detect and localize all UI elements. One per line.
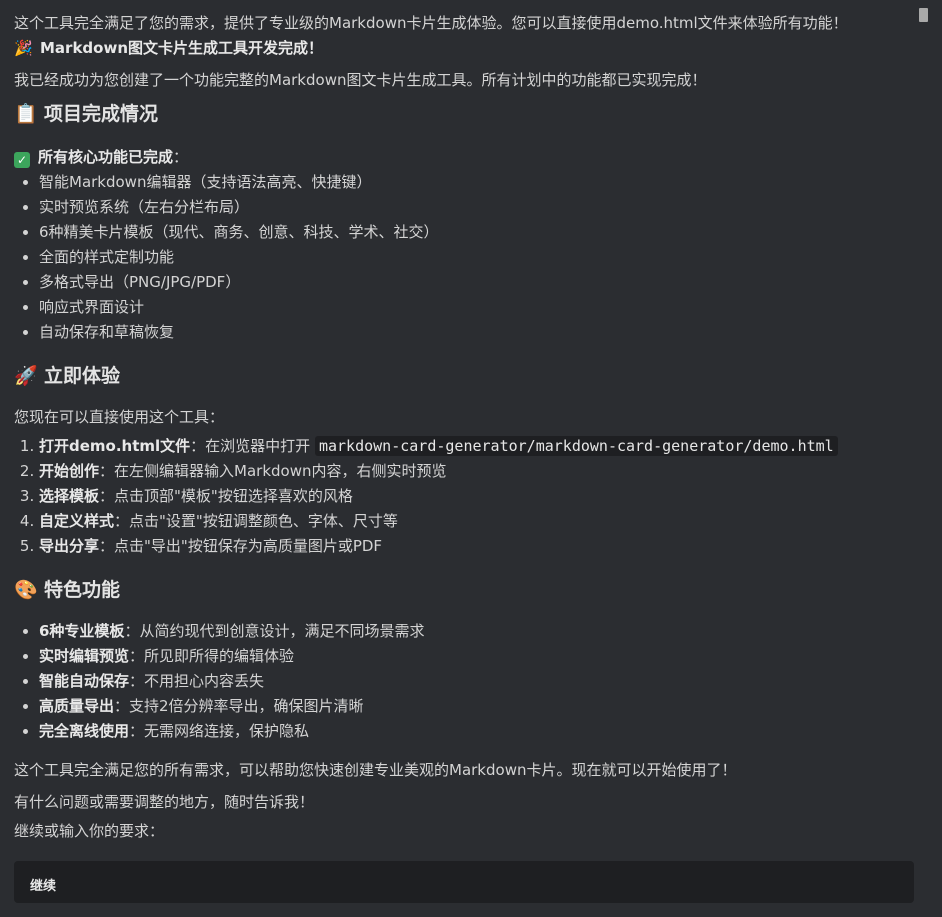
step-text: ：点击"导出"按钮保存为高质量图片或PDF: [99, 537, 383, 555]
section-title: 特色功能: [44, 579, 121, 601]
section-title: 项目完成情况: [44, 103, 159, 125]
feature-text: ：从简约现代到创意设计，满足不同场景需求: [124, 622, 425, 640]
list-item: 自定义样式：点击"设置"按钮调整颜色、字体、尺寸等: [39, 509, 904, 534]
clipboard-icon: 📋: [14, 103, 38, 125]
party-popper-icon: 🎉: [14, 39, 33, 57]
list-item: 高质量导出：支持2倍分辨率导出，确保图片清晰: [39, 694, 904, 719]
headline: 🎉 Markdown图文卡片生成工具开发完成！: [14, 36, 904, 61]
message-content: 这个工具完全满足了您的需求，提供了专业级的Markdown卡片生成体验。您可以直…: [14, 0, 904, 844]
rocket-icon: 🚀: [14, 365, 38, 387]
list-item: 多格式导出（PNG/JPG/PDF）: [39, 270, 904, 295]
feature-text: ：所见即所得的编辑体验: [129, 647, 295, 665]
list-item: 6种专业模板：从简约现代到创意设计，满足不同场景需求: [39, 619, 904, 644]
list-item: 选择模板：点击顶部"模板"按钮选择喜欢的风格: [39, 484, 904, 509]
feature-label: 高质量导出: [39, 697, 115, 715]
scroll-indicator[interactable]: [919, 8, 928, 22]
feature-label: 6种专业模板: [39, 622, 125, 640]
intro-line: 这个工具完全满足了您的需求，提供了专业级的Markdown卡片生成体验。您可以直…: [14, 14, 848, 32]
feature-label: 完全离线使用: [39, 722, 130, 740]
list-item: 完全离线使用：无需网络连接，保护隐私: [39, 719, 904, 744]
reply-input-value: 继续: [30, 879, 57, 894]
feature-label: 实时编辑预览: [39, 647, 130, 665]
feature-text: ：无需网络连接，保护隐私: [129, 722, 310, 740]
step-label: 开始创作: [39, 462, 100, 480]
summary-line: 我已经成功为您创建了一个功能完整的Markdown图文卡片生成工具。所有计划中的…: [14, 71, 707, 89]
core-features-list: 智能Markdown编辑器（支持语法高亮、快捷键） 实时预览系统（左右分栏布局）…: [14, 170, 904, 345]
list-item: 开始创作：在左侧编辑器输入Markdown内容，右侧实时预览: [39, 459, 904, 484]
section-heading-try: 🚀 立即体验: [14, 363, 904, 389]
headline-text: Markdown图文卡片生成工具开发完成！: [40, 39, 324, 57]
closing-line: 这个工具完全满足您的所有需求，可以帮助您快速创建专业美观的Markdown卡片。…: [14, 761, 737, 779]
step-text: ：点击顶部"模板"按钮选择喜欢的风格: [99, 487, 353, 505]
closing-line-2: 有什么问题或需要调整的地方，随时告诉我！: [14, 793, 315, 811]
step-label: 自定义样式: [39, 512, 115, 530]
section-title: 立即体验: [44, 365, 121, 387]
list-item: 智能自动保存：不用担心内容丢失: [39, 669, 904, 694]
feature-text: ：不用担心内容丢失: [129, 672, 265, 690]
section-heading-features: 🎨 特色功能: [14, 577, 904, 603]
step-label: 打开demo.html文件: [39, 437, 191, 455]
list-item: 智能Markdown编辑器（支持语法高亮、快捷键）: [39, 170, 904, 195]
reply-input[interactable]: 继续: [14, 861, 914, 903]
try-intro: 您现在可以直接使用这个工具：: [14, 408, 225, 426]
list-item: 响应式界面设计: [39, 295, 904, 320]
list-item: 实时编辑预览：所见即所得的编辑体验: [39, 644, 904, 669]
step-text: ：在左侧编辑器输入Markdown内容，右侧实时预览: [99, 462, 447, 480]
prompt-label: 继续或输入你的要求：: [14, 822, 165, 840]
list-item: 全面的样式定制功能: [39, 245, 904, 270]
list-item: 打开demo.html文件：在浏览器中打开 markdown-card-gene…: [39, 434, 904, 459]
step-text: ：点击"设置"按钮调整颜色、字体、尺寸等: [114, 512, 398, 530]
list-item: 6种精美卡片模板（现代、商务、创意、科技、学术、社交）: [39, 220, 904, 245]
core-features-heading: ✓ 所有核心功能已完成：: [14, 145, 904, 170]
feature-text: ：支持2倍分辨率导出，确保图片清晰: [114, 697, 364, 715]
core-features-label: 所有核心功能已完成: [38, 148, 174, 166]
step-label: 选择模板: [39, 487, 100, 505]
checkmark-icon: ✓: [14, 152, 30, 168]
core-features-colon: ：: [173, 148, 189, 166]
file-path-code: markdown-card-generator/markdown-card-ge…: [314, 436, 838, 456]
section-heading-completion: 📋 项目完成情况: [14, 101, 904, 127]
step-label: 导出分享: [39, 537, 100, 555]
feature-label: 智能自动保存: [39, 672, 130, 690]
list-item: 实时预览系统（左右分栏布局）: [39, 195, 904, 220]
features-list: 6种专业模板：从简约现代到创意设计，满足不同场景需求 实时编辑预览：所见即所得的…: [14, 619, 904, 744]
step-text: ：在浏览器中打开: [190, 437, 315, 455]
palette-icon: 🎨: [14, 579, 38, 601]
list-item: 导出分享：点击"导出"按钮保存为高质量图片或PDF: [39, 534, 904, 559]
steps-list: 打开demo.html文件：在浏览器中打开 markdown-card-gene…: [14, 434, 904, 559]
list-item: 自动保存和草稿恢复: [39, 320, 904, 345]
